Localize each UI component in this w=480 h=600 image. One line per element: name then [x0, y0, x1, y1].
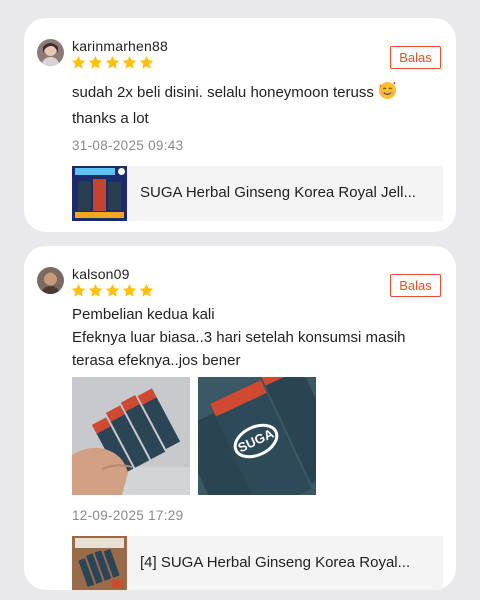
- star-icon: [105, 55, 120, 69]
- review-card: karinmarhen88 Balas sudah 2x beli disini…: [24, 18, 456, 232]
- product-name: [4] SUGA Herbal Ginseng Korea Royal...: [140, 554, 411, 571]
- review-text-line: sudah 2x beli disini. selalu honeymoon t…: [72, 84, 374, 101]
- reviewer-username: karinmarhen88: [72, 38, 168, 54]
- avatar[interactable]: [37, 267, 64, 294]
- star-icon: [71, 283, 86, 297]
- product-thumbnail: [72, 536, 127, 590]
- review-text: Pembelian kedua kali Efeknya luar biasa.…: [72, 303, 406, 372]
- review-photo[interactable]: SUGA: [177, 357, 348, 530]
- star-rating: [71, 283, 154, 299]
- star-icon: [139, 283, 154, 297]
- star-icon: [88, 283, 103, 297]
- review-text-line: thanks a lot: [72, 110, 149, 127]
- reply-button[interactable]: Balas: [390, 46, 441, 69]
- review-timestamp: 12-09-2025 17:29: [72, 508, 184, 523]
- star-rating: [71, 55, 154, 71]
- review-card: kalson09 Balas Pembelian kedua kali Efek…: [24, 246, 456, 590]
- star-icon: [105, 283, 120, 297]
- review-timestamp: 31-08-2025 09:43: [72, 138, 184, 153]
- star-icon: [122, 55, 137, 69]
- star-icon: [71, 55, 86, 69]
- review-text-line: Pembelian kedua kali: [72, 306, 215, 323]
- review-photo[interactable]: [72, 377, 190, 495]
- product-name: SUGA Herbal Ginseng Korea Royal Jell...: [140, 184, 416, 201]
- reply-button[interactable]: Balas: [390, 274, 441, 297]
- reviewer-username: kalson09: [72, 266, 130, 282]
- star-icon: [139, 55, 154, 69]
- review-text-line: Efeknya luar biasa..3 hari setelah konsu…: [72, 329, 406, 346]
- review-text: sudah 2x beli disini. selalu honeymoon t…: [72, 81, 397, 130]
- review-text-line: terasa efeknya..jos bener: [72, 352, 241, 369]
- star-icon: [122, 283, 137, 297]
- product-link[interactable]: [4] SUGA Herbal Ginseng Korea Royal...: [72, 536, 443, 590]
- product-link[interactable]: SUGA Herbal Ginseng Korea Royal Jell...: [72, 166, 443, 221]
- avatar[interactable]: [37, 39, 64, 66]
- product-thumbnail: [72, 166, 127, 221]
- star-icon: [88, 55, 103, 69]
- smiling-face-with-hearts-icon: [378, 81, 397, 107]
